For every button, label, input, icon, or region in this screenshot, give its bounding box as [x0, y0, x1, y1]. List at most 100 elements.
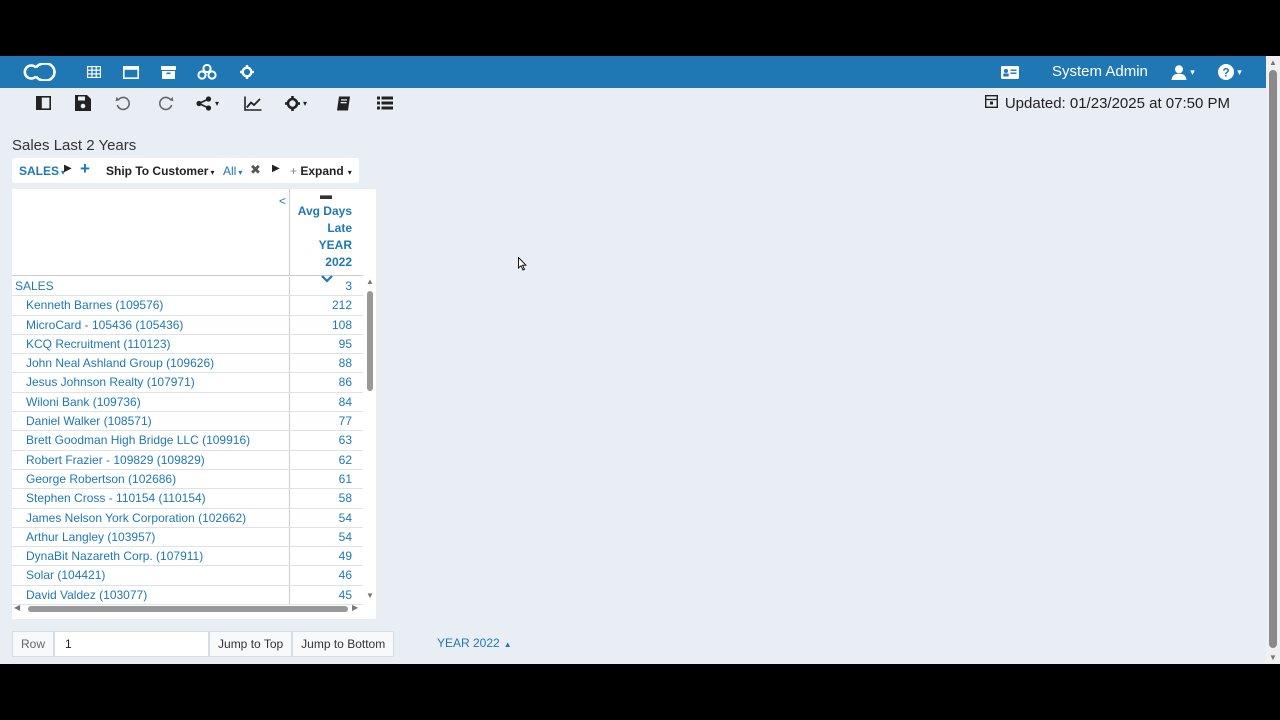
scroll-right-icon[interactable]: ▶ — [352, 603, 358, 612]
column-menu-icon[interactable]: ▬ — [290, 189, 352, 203]
customer-label[interactable]: David Valdez (103077) — [26, 588, 147, 602]
cell-divider — [289, 431, 290, 450]
archive-icon[interactable] — [156, 62, 180, 82]
logo-icon[interactable] — [20, 62, 58, 82]
undo-icon[interactable] — [115, 94, 131, 112]
redo-icon[interactable] — [158, 94, 174, 112]
cell-divider — [289, 334, 290, 354]
jump-to-top-button[interactable]: Jump to Top — [209, 631, 293, 657]
window-icon[interactable] — [119, 62, 143, 82]
avg-days-late-value[interactable]: 63 — [339, 433, 352, 447]
year-tab[interactable]: YEAR 2022 ▲ — [437, 636, 512, 650]
grid-row[interactable]: Kenneth Barnes (109576) 212 — [12, 296, 363, 316]
grid-total-row[interactable]: SALES 3 — [12, 277, 363, 297]
customer-label[interactable]: Brett Goodman High Bridge LLC (109916) — [26, 433, 250, 447]
row-number-input[interactable] — [54, 631, 210, 657]
avg-days-late-value[interactable]: 62 — [339, 453, 352, 467]
customer-label[interactable]: Jesus Johnson Realty (107971) — [26, 375, 195, 389]
horizontal-scroll-thumb[interactable] — [28, 606, 348, 612]
avg-days-late-value[interactable]: 84 — [339, 395, 352, 409]
grid-row[interactable]: Robert Frazier - 109829 (109829) 62 — [12, 450, 363, 470]
customer-label[interactable]: Wiloni Bank (109736) — [26, 395, 141, 409]
vertical-scrollbar[interactable]: ▲ ▼ — [363, 277, 376, 601]
vertical-scroll-thumb[interactable] — [367, 291, 373, 391]
customer-label[interactable]: DynaBit Nazareth Corp. (107911) — [26, 549, 203, 563]
page-scrollbar[interactable]: ▲ ▼ — [1266, 56, 1280, 664]
avg-days-late-value[interactable]: 95 — [339, 337, 352, 351]
user-icon[interactable]: ▾ — [1168, 62, 1198, 82]
filter-dropdown[interactable]: All ▾ — [223, 164, 242, 178]
grid-row[interactable]: Arthur Langley (103957) 54 — [12, 527, 363, 548]
grid-row[interactable]: Solar (104421) 46 — [12, 566, 363, 586]
customer-label[interactable]: KCQ Recruitment (110123) — [26, 337, 171, 351]
customer-label[interactable]: Solar (104421) — [26, 568, 105, 582]
remove-icon[interactable]: ✖ — [250, 162, 261, 178]
total-row-value[interactable]: 3 — [345, 279, 352, 293]
customer-label[interactable]: Kenneth Barnes (109576) — [26, 298, 163, 312]
gear-icon[interactable] — [235, 62, 259, 82]
page-scroll-down-icon[interactable]: ▼ — [1269, 653, 1277, 662]
top-navbar: System Admin ▾ ? ▾ — [0, 56, 1266, 88]
avg-days-late-value[interactable]: 58 — [339, 491, 352, 505]
grid-row[interactable]: KCQ Recruitment (110123) 95 — [12, 334, 363, 355]
grid-row[interactable]: Brett Goodman High Bridge LLC (109916) 63 — [12, 431, 363, 451]
line-chart-icon[interactable] — [244, 94, 262, 112]
customer-label[interactable]: George Robertson (102686) — [26, 472, 176, 486]
jump-to-bottom-button[interactable]: Jump to Bottom — [292, 631, 395, 657]
settings-icon[interactable]: ▾ — [285, 94, 307, 112]
help-icon[interactable]: ? ▾ — [1215, 62, 1245, 82]
customer-label[interactable]: Daniel Walker (108571) — [26, 414, 152, 428]
avg-days-late-value[interactable]: 108 — [332, 318, 352, 332]
page-scroll-up-icon[interactable]: ▲ — [1269, 58, 1277, 67]
play-right-icon[interactable]: ▶ — [64, 163, 72, 174]
play-right-icon-2[interactable]: ▶ — [272, 163, 280, 174]
grid-row[interactable]: MicroCard - 105436 (105436) 108 — [12, 315, 363, 335]
avg-days-late-value[interactable]: 88 — [339, 356, 352, 370]
avg-days-late-value[interactable]: 61 — [339, 472, 352, 486]
cogs-icon[interactable] — [195, 62, 219, 82]
scroll-left-icon[interactable]: ◀ — [14, 603, 20, 612]
page-scroll-thumb[interactable] — [1269, 70, 1277, 648]
avg-days-late-value[interactable]: 54 — [339, 511, 352, 525]
grid-row[interactable]: George Robertson (102686) 61 — [12, 469, 363, 490]
measure-dropdown[interactable]: SALES ▾ — [19, 164, 65, 178]
scroll-down-icon[interactable]: ▼ — [366, 591, 374, 600]
share-icon[interactable]: ▾ — [196, 94, 219, 112]
customer-label[interactable]: James Nelson York Corporation (102662) — [26, 511, 246, 525]
book-icon[interactable] — [336, 94, 351, 112]
horizontal-scrollbar[interactable]: ◀ ▶ — [12, 601, 363, 614]
avg-days-late-value[interactable]: 46 — [339, 568, 352, 582]
grid-row[interactable]: John Neal Ashland Group (109626) 88 — [12, 354, 363, 374]
expand-dropdown[interactable]: + Expand ▾ — [290, 164, 352, 178]
grid-row[interactable]: James Nelson York Corporation (102662) 54 — [12, 508, 363, 528]
panel-toggle-icon[interactable] — [36, 94, 51, 112]
user-name[interactable]: System Admin — [1052, 56, 1148, 88]
customer-label[interactable]: Robert Frazier - 109829 (109829) — [26, 453, 205, 467]
customer-label[interactable]: John Neal Ashland Group (109626) — [26, 356, 214, 370]
pivot-bar: SALES ▾ ▶ + Ship To Customer ▾ All ▾ ✖ ▶ + … — [12, 158, 359, 183]
list-icon[interactable] — [377, 94, 393, 112]
customer-label[interactable]: Arthur Langley (103957) — [26, 530, 155, 544]
customer-label[interactable]: MicroCard - 105436 (105436) — [26, 318, 183, 332]
avg-days-late-value[interactable]: 212 — [332, 298, 352, 312]
avg-days-late-value[interactable]: 49 — [339, 549, 352, 563]
grid-row[interactable]: DynaBit Nazareth Corp. (107911) 49 — [12, 547, 363, 567]
grid-row[interactable]: Stephen Cross - 110154 (110154) 58 — [12, 489, 363, 509]
customer-label[interactable]: Stephen Cross - 110154 (110154) — [26, 491, 206, 505]
id-card-icon[interactable] — [998, 62, 1022, 82]
grid-row[interactable]: Daniel Walker (108571) 77 — [12, 412, 363, 432]
avg-days-late-value[interactable]: 86 — [339, 375, 352, 389]
avg-days-late-value[interactable]: 77 — [339, 414, 352, 428]
grid-icon[interactable] — [82, 62, 106, 82]
dimension-dropdown[interactable]: Ship To Customer ▾ — [106, 164, 214, 178]
grid-row[interactable]: Jesus Johnson Realty (107971) 86 — [12, 373, 363, 393]
avg-days-late-value[interactable]: 45 — [339, 588, 352, 602]
total-row-label[interactable]: SALES — [15, 279, 54, 293]
scroll-up-icon[interactable]: ▲ — [366, 277, 374, 286]
add-icon[interactable]: + — [80, 159, 90, 179]
column-header-avg-days-late[interactable]: ▬ Avg Days Late YEAR 2022 — [290, 189, 363, 283]
collapse-left-icon[interactable]: < — [279, 194, 286, 208]
grid-row[interactable]: Wiloni Bank (109736) 84 — [12, 392, 363, 413]
save-icon[interactable] — [75, 94, 91, 112]
avg-days-late-value[interactable]: 54 — [339, 530, 352, 544]
